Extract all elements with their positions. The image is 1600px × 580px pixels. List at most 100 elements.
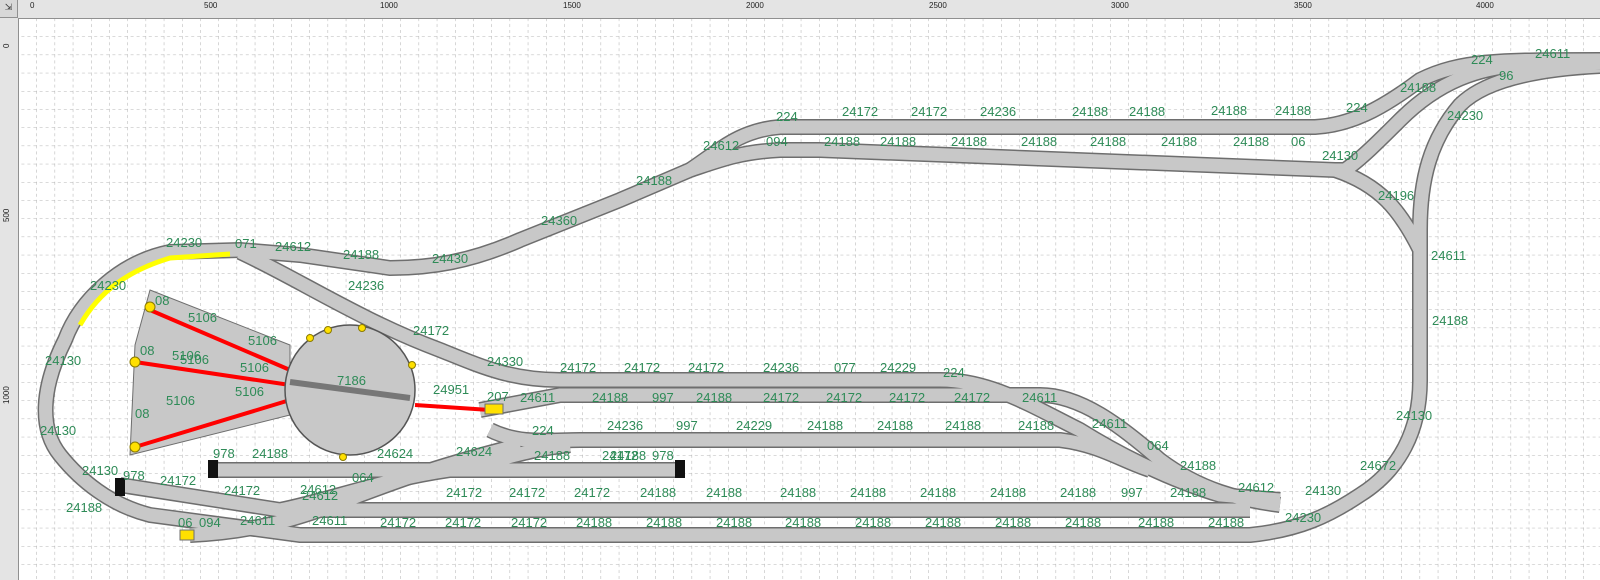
track-label: 24430 [432, 251, 468, 266]
track-label: 24172 [763, 390, 799, 405]
track-label: 224 [943, 365, 965, 380]
track-plan-canvas[interactable]: 24611 224 24188 96 24230 24130 224 24188… [19, 19, 1600, 580]
track-label: 24188 [1129, 104, 1165, 119]
track-label: 24188 [1211, 103, 1247, 118]
track-label: 997 [676, 418, 698, 433]
track-label: 24188 [706, 485, 742, 500]
track-label: 24172 [842, 104, 878, 119]
track-label: 24611 [240, 513, 275, 528]
track-label: 24172 [602, 448, 638, 463]
connector-icon [129, 356, 141, 368]
track-label: 24188 [1018, 418, 1054, 433]
ruler-left-label: 1000 [2, 386, 11, 404]
left-ruler [0, 18, 19, 580]
track-label: 24130 [1396, 408, 1432, 423]
track-label: 24172 [511, 515, 547, 530]
track-label: 24230 [1285, 510, 1321, 525]
track-label: 06 [178, 515, 192, 530]
track-label: 24172 [160, 473, 196, 488]
track-label: 24236 [348, 278, 384, 293]
track-label: 24188 [716, 515, 752, 530]
track-label: 094 [199, 515, 221, 530]
track-label: 24188 [646, 515, 682, 530]
ruler-top-label: 3000 [1111, 1, 1129, 10]
track-label: 24188 [534, 448, 570, 463]
track-label: 077 [834, 360, 856, 375]
track-label: 24130 [40, 423, 76, 438]
track-label: 08 [155, 293, 169, 308]
track-label: 5106 [166, 393, 195, 408]
track-label: 24188 [995, 515, 1031, 530]
track-label: 24611 [520, 390, 555, 405]
track-label: 24188 [252, 446, 288, 461]
track-label: 24188 [1021, 134, 1057, 149]
track-label: 24130 [82, 463, 118, 478]
track-label: 978 [123, 468, 145, 483]
ruler-top-label: 0 [30, 1, 35, 10]
track-label: 24188 [880, 134, 916, 149]
track-label: 24236 [980, 104, 1016, 119]
track-label: 24612 [300, 482, 336, 497]
track-label: 24172 [413, 323, 449, 338]
track-label: 08 [140, 343, 154, 358]
ruler-top-label: 2000 [746, 1, 764, 10]
track-label: 08 [135, 406, 149, 421]
track-label: 24188 [1208, 515, 1244, 530]
track-label: 24196 [1378, 188, 1414, 203]
track-label: 24951 [433, 382, 469, 397]
track-label: 24172 [560, 360, 596, 375]
track-label: 24172 [445, 515, 481, 530]
track-label: 24172 [688, 360, 724, 375]
track-label: 24188 [640, 485, 676, 500]
track-label: 997 [1121, 485, 1143, 500]
track-label: 978 [213, 446, 235, 461]
track-label: 24188 [850, 485, 886, 500]
connector-icon [129, 441, 141, 453]
track-label: 24188 [636, 173, 672, 188]
connector-icon [144, 301, 156, 313]
track-label: 094 [766, 134, 788, 149]
track-label: 24612 [275, 239, 311, 254]
track-label: 071 [235, 236, 257, 251]
ruler-left-label: 0 [2, 43, 11, 48]
track-label: 24172 [826, 390, 862, 405]
track-label: 24172 [380, 515, 416, 530]
track-label: 224 [1471, 52, 1493, 67]
track-label: 5106 [240, 360, 269, 375]
track-label: 24624 [456, 444, 492, 459]
track-label: 5106 [188, 310, 217, 325]
track-label: 24672 [1360, 458, 1396, 473]
track-label: 24130 [1305, 483, 1341, 498]
track-label: 24172 [509, 485, 545, 500]
track-label: 24612 [703, 138, 739, 153]
track-label: 24188 [925, 515, 961, 530]
track-label: 24172 [224, 483, 260, 498]
track-label: 06 [1291, 134, 1305, 149]
track-label: 7186 [337, 373, 366, 388]
track-label: 24188 [1275, 103, 1311, 118]
track-label: 978 [652, 448, 674, 463]
track-label: 24612 [1238, 480, 1274, 495]
track-label: 24172 [954, 390, 990, 405]
track-label: 24360 [541, 213, 577, 228]
track-label: 24188 [1180, 458, 1216, 473]
ruler-corner-icon[interactable]: ⇲ [0, 0, 18, 18]
ruler-top-label: 1000 [380, 1, 398, 10]
ruler-left-label: 500 [2, 208, 11, 222]
ruler-top-label: 1500 [563, 1, 581, 10]
track-label: 24188 [990, 485, 1026, 500]
track-label: 24230 [166, 235, 202, 250]
track-label: 24611 [1092, 416, 1127, 431]
ruler-top-label: 2500 [929, 1, 947, 10]
top-ruler [0, 0, 1600, 19]
connector-icon [179, 529, 195, 541]
track-label: 24236 [763, 360, 799, 375]
track-label: 24188 [877, 418, 913, 433]
track-label: 24611 [1022, 390, 1057, 405]
track-label: 24188 [1432, 313, 1468, 328]
track-label: 24611 [1431, 248, 1466, 263]
track-label: 24188 [1233, 134, 1269, 149]
track-label: 24229 [880, 360, 916, 375]
track-label: 24188 [785, 515, 821, 530]
track-label: 224 [776, 109, 798, 124]
